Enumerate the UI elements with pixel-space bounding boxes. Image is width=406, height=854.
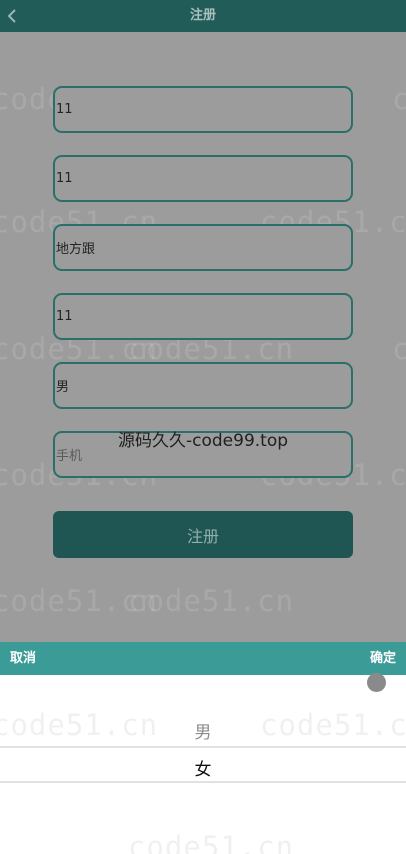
watermark: code51.cn: [128, 830, 295, 854]
center-watermark: 源码久久-code99.top: [118, 431, 289, 451]
form-field-2[interactable]: 11: [53, 155, 353, 202]
confirm-button[interactable]: 确定: [370, 642, 396, 675]
scroll-handle[interactable]: [367, 673, 386, 692]
watermark: code51.cn: [128, 584, 295, 618]
top-bar: 注册: [0, 0, 406, 32]
gender-field[interactable]: 男: [53, 362, 353, 409]
selection-indicator-bottom: [0, 781, 406, 783]
picker-option-selected[interactable]: 女: [0, 755, 406, 780]
selection-indicator-top: [0, 746, 406, 748]
form-field-1[interactable]: 11: [53, 86, 353, 133]
register-button[interactable]: 注册: [53, 511, 353, 558]
form-field-address[interactable]: 地方跟: [53, 224, 353, 271]
watermark: code51.cn: [392, 332, 406, 366]
picker-toolbar: 取消 确定: [0, 642, 406, 675]
watermark: code51.cn: [392, 82, 406, 116]
picker-sheet: code51.cn code51.cn code51.cn 取消 确定 男 女: [0, 642, 406, 854]
page-title: 注册: [189, 8, 216, 23]
cancel-button[interactable]: 取消: [10, 642, 36, 675]
form-field-4[interactable]: 11: [53, 293, 353, 340]
picker-option[interactable]: 男: [0, 718, 406, 743]
